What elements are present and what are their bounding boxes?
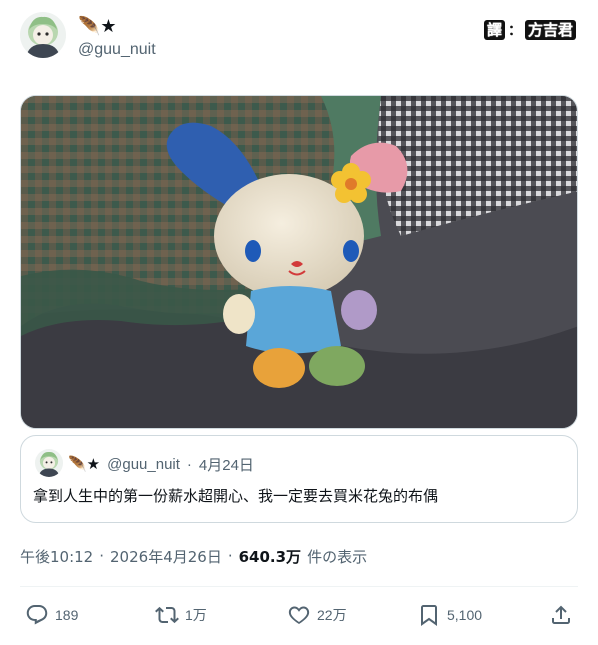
author-handle[interactable]: @guu_nuit [78,41,156,59]
post-date[interactable]: 2026年4月26日 [110,546,222,567]
display-name-text: 🪶★ [78,15,117,37]
bookmark-button[interactable]: 5,100 [417,601,482,629]
heart-icon [287,603,311,627]
post-time[interactable]: 午後10:12 [20,546,93,567]
share-button[interactable] [549,601,573,629]
reply-count: 189 [55,607,79,623]
repost-button[interactable]: 1万 [155,601,207,629]
views-count: 640.3万 [238,547,302,566]
author-display-name[interactable]: 🪶★ [78,14,117,38]
views-label: 件の表示 [307,547,368,566]
translator-watermark: 譯 ： 方吉君 [483,18,576,42]
quoted-display-name[interactable]: 🪶★ [68,455,100,473]
bookmark-count: 5,100 [447,607,483,623]
quoted-post-text: 拿到人生中的第一份薪水超開心、我一定要去買米花兔的布偶 [33,487,439,505]
like-count: 22万 [317,607,347,623]
quoted-handle[interactable]: @guu_nuit [107,456,180,473]
post-photo[interactable] [20,95,578,429]
reply-icon [25,603,49,627]
reply-button[interactable]: 189 [25,601,78,629]
quoted-separator: · [186,455,192,473]
watermark-separator: ： [507,23,522,39]
quoted-post-card[interactable] [20,435,578,523]
author-avatar[interactable] [20,12,66,58]
repost-count: 1万 [185,607,207,623]
quoted-avatar-image [35,449,63,477]
plush-photo-image [21,96,577,428]
meta-separator: · [99,547,105,565]
share-icon [549,603,573,627]
quoted-author-avatar[interactable] [35,449,63,477]
quoted-post-header: 🪶★ @guu_nuit · 4月24日 [68,452,254,476]
watermark-right: 方吉君 [524,20,576,40]
post-meta: 午後10:12 · 2026年4月26日 · 640.3万 件の表示 [20,545,367,567]
repost-icon [155,603,179,627]
divider [20,586,578,587]
meta-separator-2: · [227,547,233,565]
avatar-image [20,12,66,58]
watermark-left: 譯 [483,20,505,40]
bookmark-icon [417,603,441,627]
like-button[interactable]: 22万 [287,601,347,629]
quoted-date[interactable]: 4月24日 [199,454,254,475]
